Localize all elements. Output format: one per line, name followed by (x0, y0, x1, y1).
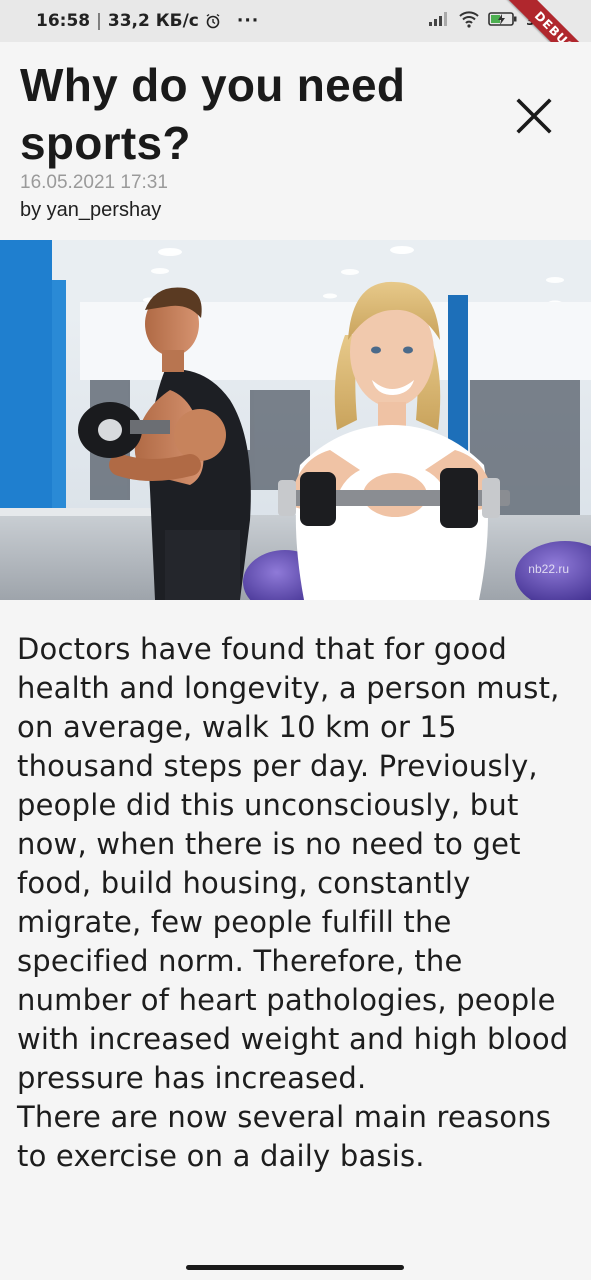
battery-charging-icon (488, 11, 518, 32)
image-watermark: nb22.ru (528, 562, 569, 576)
article-title: Why do you need sports? (20, 59, 406, 169)
more-notifications-icon: ··· (236, 11, 260, 31)
gesture-nav-bar (0, 1254, 591, 1280)
home-indicator[interactable] (186, 1265, 404, 1270)
battery-percent: 36% (526, 14, 555, 28)
status-right: 36% (428, 10, 555, 33)
alarm-icon (205, 13, 221, 29)
article-header: Why do you need sports? 16.05.2021 17:31… (0, 42, 591, 240)
status-data-rate: 33,2 КБ/с (107, 11, 199, 31)
wifi-icon (458, 10, 480, 33)
status-time: 16:58 (36, 11, 91, 31)
article-paragraph: There are now several main reasons to ex… (17, 1100, 552, 1173)
status-separator: | (96, 11, 102, 31)
signal-icon (428, 11, 450, 32)
close-button[interactable] (508, 90, 560, 142)
status-left: 16:58 | 33,2 КБ/с ··· (36, 11, 259, 31)
article-author: by yan_pershay (20, 199, 162, 221)
status-bar: 16:58 | 33,2 КБ/с ··· 36% (0, 0, 591, 42)
article-image: nb22.ru (0, 240, 591, 600)
article-date: 16.05.2021 17:31 (20, 172, 168, 193)
article-paragraph: Doctors have found that for good health … (17, 632, 569, 1095)
close-icon (516, 98, 552, 134)
article-body: Doctors have found that for good health … (17, 630, 577, 1176)
